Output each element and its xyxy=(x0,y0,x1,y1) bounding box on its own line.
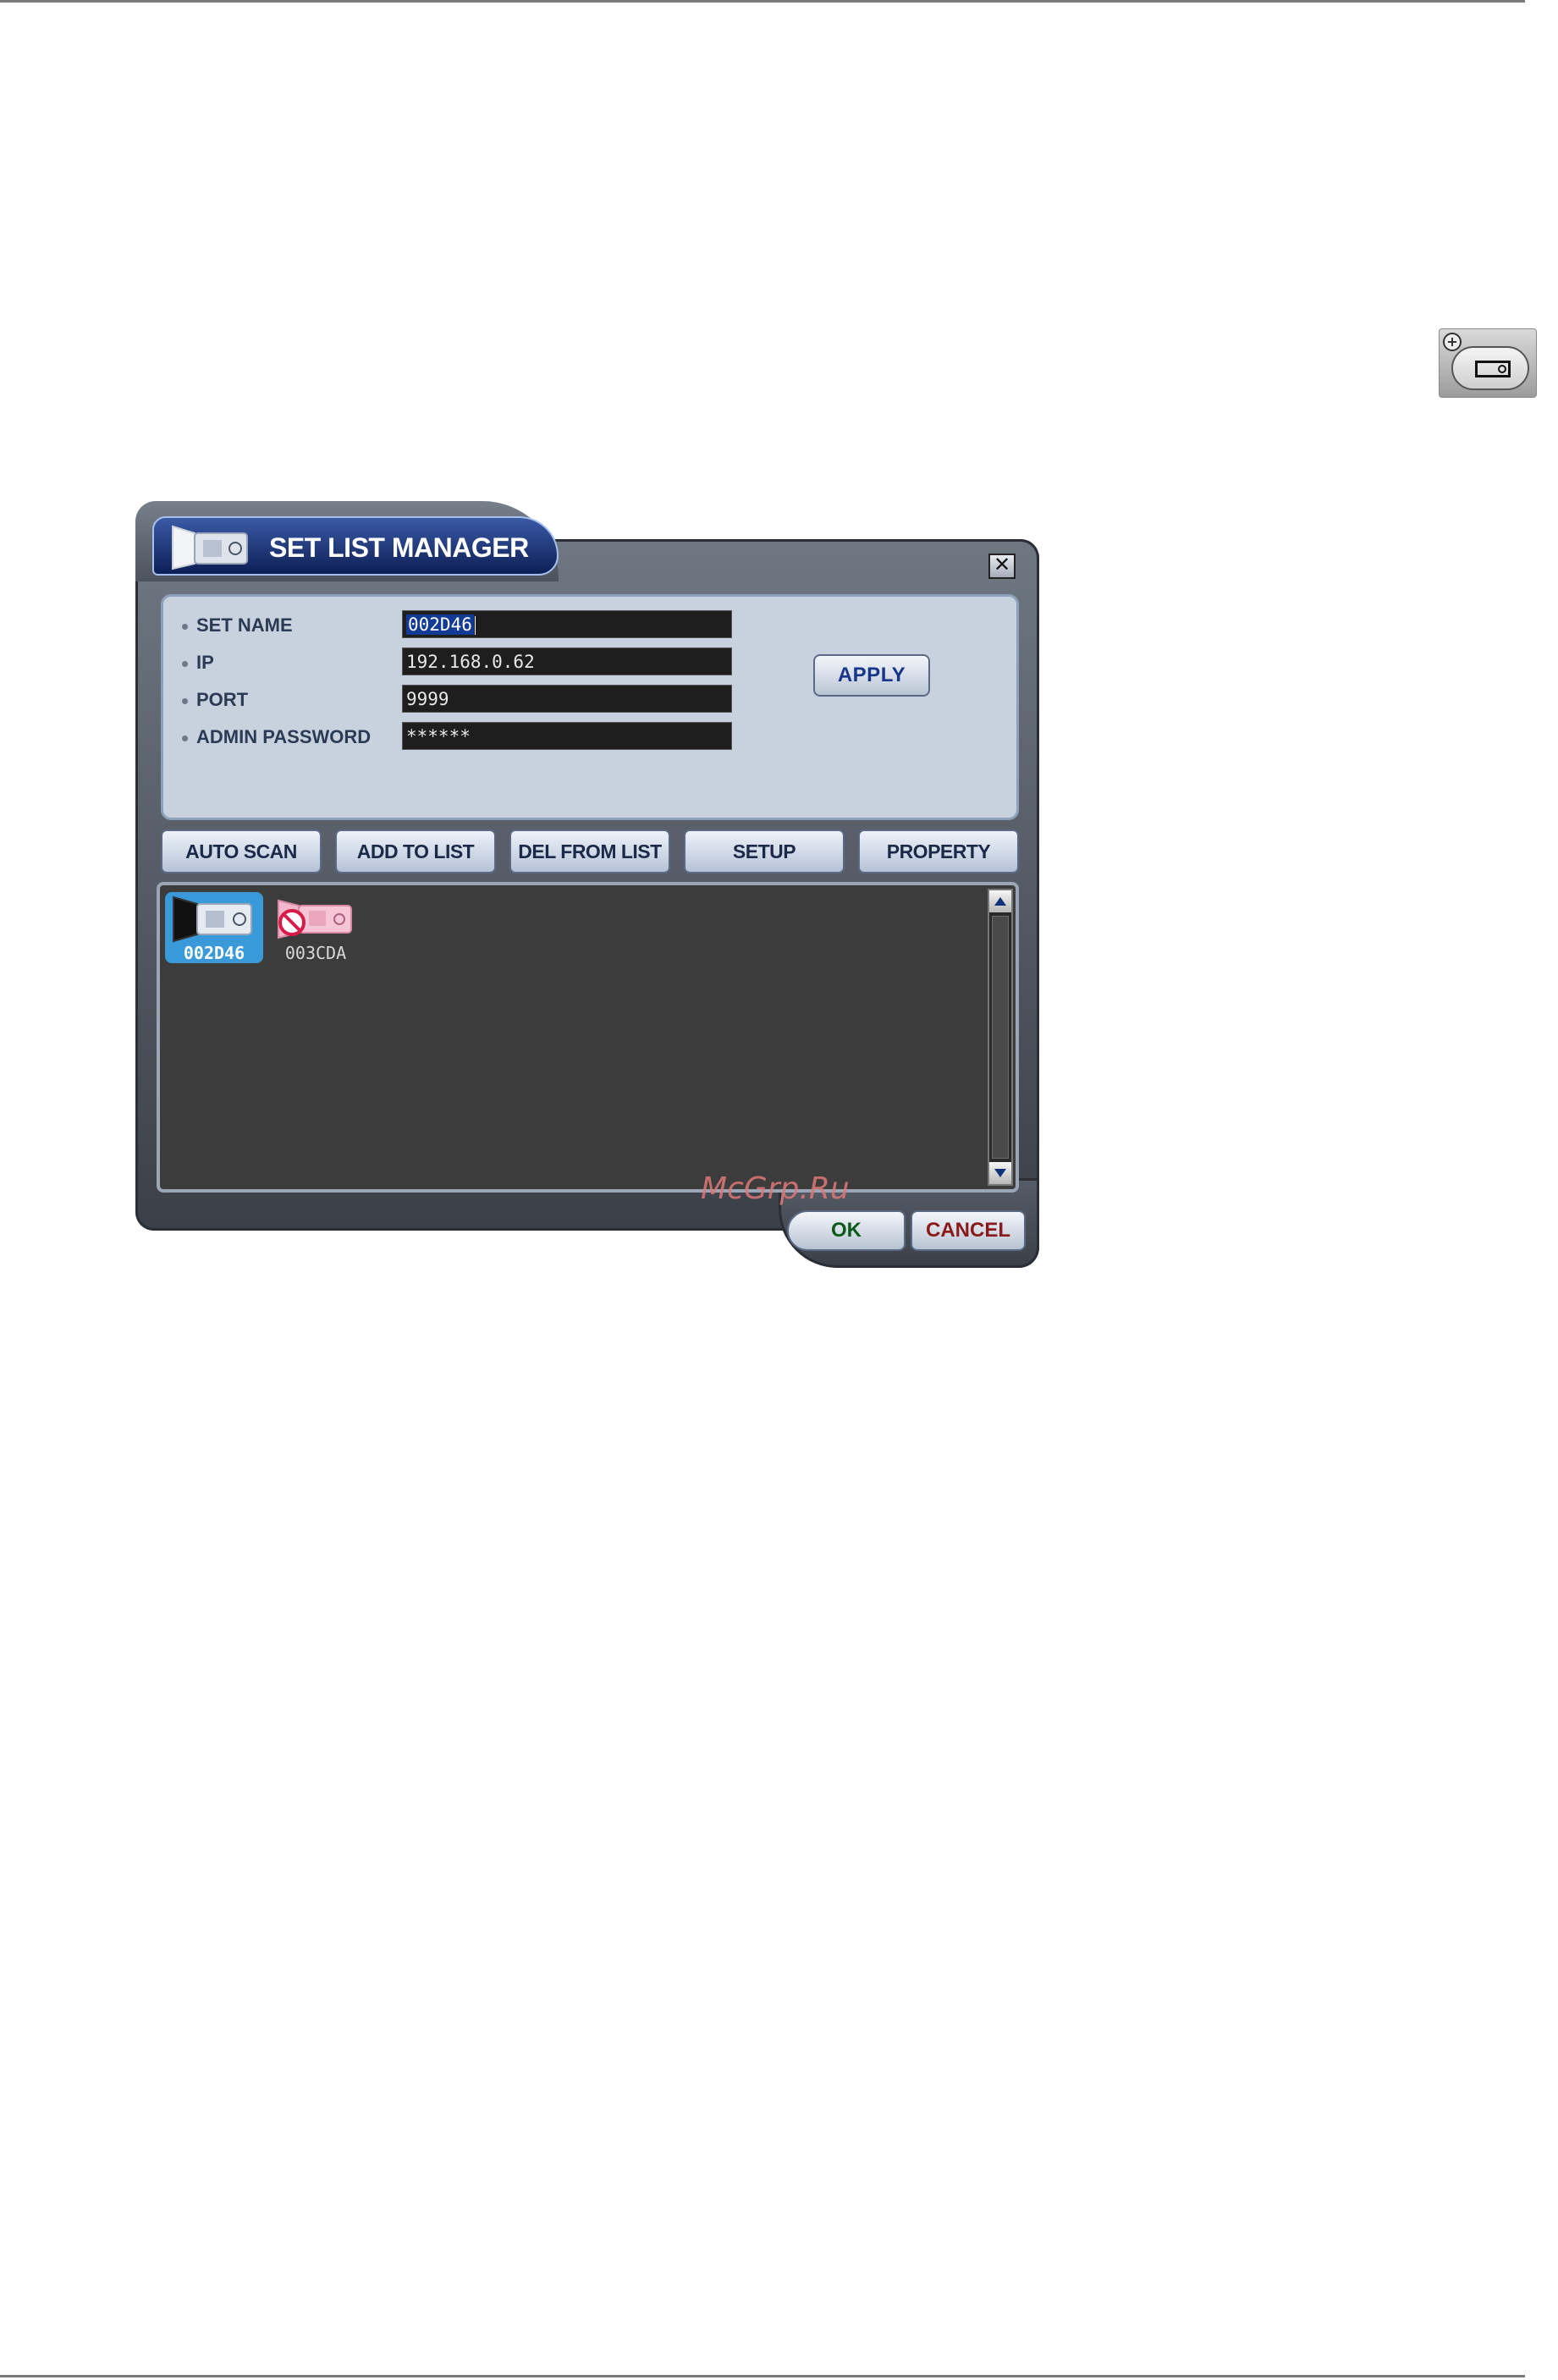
plus-icon xyxy=(1443,333,1462,351)
admin-password-label: ADMIN PASSWORD xyxy=(196,726,372,747)
triangle-up-icon xyxy=(994,897,1006,906)
port-input[interactable]: 9999 xyxy=(402,685,732,713)
set-name-input[interactable]: 002D46 xyxy=(402,610,732,638)
text-caret xyxy=(474,616,476,635)
set-name-label: SET NAME xyxy=(196,614,293,636)
dvr-camera-disconnected-icon xyxy=(278,899,352,939)
watermark: McGrp.Ru xyxy=(701,1171,850,1206)
admin-password-input[interactable]: ****** xyxy=(402,722,732,750)
set-name-value: 002D46 xyxy=(406,614,474,635)
top-rule xyxy=(0,0,1525,3)
del-from-list-button[interactable]: DEL FROM LIST xyxy=(509,829,670,873)
bullet-icon xyxy=(182,697,188,704)
scrollbar[interactable] xyxy=(988,889,1013,1186)
add-set-button[interactable] xyxy=(1439,328,1537,398)
auto-scan-button[interactable]: AUTO SCAN xyxy=(161,829,322,873)
ok-button[interactable]: OK xyxy=(787,1210,906,1251)
dialog-title: SET LIST MANAGER xyxy=(269,532,529,563)
bottom-rule xyxy=(0,2375,1525,2377)
dvr-camera-icon xyxy=(172,525,248,570)
scroll-down-button[interactable] xyxy=(989,1162,1011,1184)
list-item[interactable]: 002D46 xyxy=(165,892,263,963)
list-item-label: 002D46 xyxy=(183,943,245,963)
ip-label: IP xyxy=(196,652,214,673)
apply-button[interactable]: APPLY xyxy=(813,654,930,697)
close-button[interactable]: ✕ xyxy=(988,554,1016,579)
cancel-button[interactable]: CANCEL xyxy=(911,1210,1026,1251)
setup-button[interactable]: SETUP xyxy=(684,829,845,873)
close-icon: ✕ xyxy=(993,554,1011,576)
list-item-label: 003CDA xyxy=(284,943,347,963)
bullet-icon xyxy=(182,660,188,667)
scroll-up-button[interactable] xyxy=(989,890,1011,912)
port-label: PORT xyxy=(196,689,249,710)
ip-input[interactable]: 192.168.0.62 xyxy=(402,647,732,675)
bullet-icon xyxy=(182,735,188,741)
title-bar[interactable]: SET LIST MANAGER xyxy=(152,516,559,576)
dvr-camera-icon xyxy=(173,895,252,943)
scroll-track[interactable] xyxy=(992,916,1009,1159)
title-tab: SET LIST MANAGER xyxy=(135,501,559,581)
dvr-icon xyxy=(1451,346,1529,390)
bullet-icon xyxy=(182,623,188,630)
property-button[interactable]: PROPERTY xyxy=(858,829,1019,873)
add-to-list-button[interactable]: ADD TO LIST xyxy=(335,829,496,873)
settings-panel: SET NAME 002D46 IP 192.168.0.62 PORT 999… xyxy=(161,594,1019,820)
list-item[interactable]: 003CDA xyxy=(267,892,365,963)
set-list-manager-dialog: SET LIST MANAGER ✕ SET NAME 002D46 IP 19… xyxy=(135,501,1039,1268)
set-list: 002D46 003CDA xyxy=(157,882,1019,1193)
triangle-down-icon xyxy=(994,1169,1006,1177)
